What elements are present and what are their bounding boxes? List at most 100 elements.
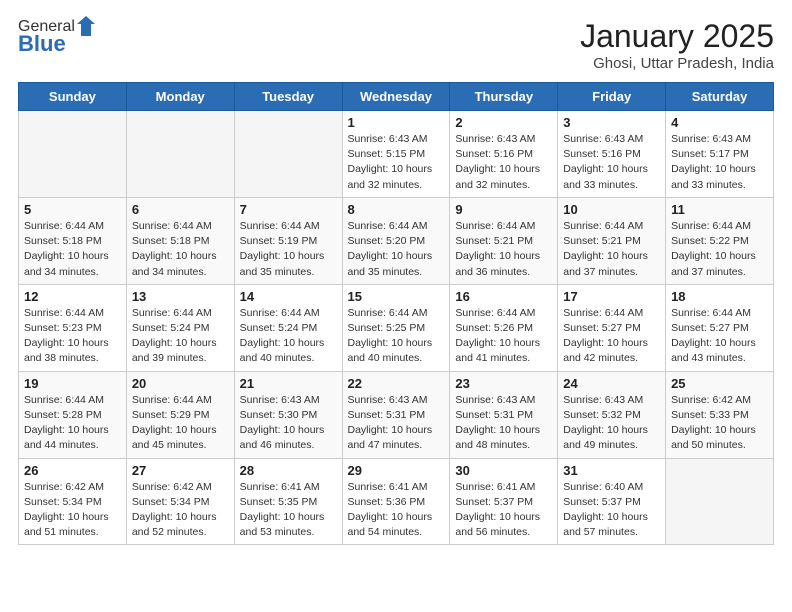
calendar-cell: 9Sunrise: 6:44 AM Sunset: 5:21 PM Daylig…	[450, 197, 558, 284]
calendar-cell: 7 Sunrise: 6:44 AM Sunset: 5:19 PM Daylig…	[234, 197, 342, 284]
calendar-cell: 12 Sunrise: 6:44 AM Sunset: 5:23 PM Dayli…	[19, 284, 127, 371]
calendar-cell: 6Sunrise: 6:44 AM Sunset: 5:18 PM Daylig…	[126, 197, 234, 284]
day-number: 21	[240, 376, 337, 391]
month-year-title: January 2025	[580, 18, 774, 55]
calendar-cell: 25Sunrise: 6:42 AM Sunset: 5:33 PM Dayli…	[666, 371, 774, 458]
calendar-cell: 26Sunrise: 6:42 AM Sunset: 5:34 PM Dayli…	[19, 458, 127, 545]
logo: General Blue	[18, 18, 95, 56]
day-info: Sunrise: 6:44 AM Sunset: 5:24 PM Dayligh…	[240, 306, 337, 367]
day-info: Sunrise: 6:44 AM Sunset: 5:27 PM Dayligh…	[563, 306, 660, 367]
day-number: 18	[671, 289, 768, 304]
day-number: 20	[132, 376, 229, 391]
day-number: 4	[671, 115, 768, 130]
weekday-header-friday: Friday	[558, 83, 666, 111]
day-info: Sunrise: 6:43 AM Sunset: 5:16 PM Dayligh…	[455, 132, 552, 193]
calendar-cell: 11 Sunrise: 6:44 AM Sunset: 5:22 PM Dayli…	[666, 197, 774, 284]
day-number: 14	[240, 289, 337, 304]
day-info: Sunrise: 6:43 AM Sunset: 5:32 PM Dayligh…	[563, 393, 660, 454]
calendar-week-row: 26 Sunrise: 6:42 AM Sunset: 5:34 PM Dayli…	[19, 458, 774, 545]
calendar-cell: 3 Sunrise: 6:43 AM Sunset: 5:16 PM Daylig…	[558, 111, 666, 198]
day-info: Sunrise: 6:42 AM Sunset: 5:34 PM Dayligh…	[132, 480, 229, 541]
calendar-cell: 1 Sunrise: 6:43 AM Sunset: 5:15 PM Daylig…	[342, 111, 450, 198]
day-info: Sunrise: 6:43 AM Sunset: 5:31 PM Dayligh…	[348, 393, 445, 454]
day-info: Sunrise: 6:43 AM Sunset: 5:16 PM Dayligh…	[563, 132, 660, 193]
calendar-cell: 19 Sunrise: 6:44 AM Sunset: 5:28 PM Dayli…	[19, 371, 127, 458]
calendar-cell: 5 Sunrise: 6:44 AM Sunset: 5:18 PM Daylig…	[19, 197, 127, 284]
calendar-cell: 23Sunrise: 6:43 AM Sunset: 5:31 PM Dayli…	[450, 371, 558, 458]
day-number: 19	[24, 376, 121, 391]
weekday-header-monday: Monday	[126, 83, 234, 111]
weekday-header-wednesday: Wednesday	[342, 83, 450, 111]
day-number: 31	[563, 463, 660, 478]
logo-icon	[77, 16, 95, 36]
weekday-header-tuesday: Tuesday	[234, 83, 342, 111]
day-info: Sunrise: 6:44 AM Sunset: 5:21 PM Dayligh…	[563, 219, 660, 280]
calendar-cell: 20 Sunrise: 6:44 AM Sunset: 5:29 PM Dayli…	[126, 371, 234, 458]
title-block: January 2025 Ghosi, Uttar Pradesh, India	[580, 18, 774, 72]
weekday-header-row: SundayMondayTuesdayWednesdayThursdayFrid…	[19, 83, 774, 111]
calendar-cell: 21Sunrise: 6:43 AM Sunset: 5:30 PM Dayli…	[234, 371, 342, 458]
day-number: 9	[455, 202, 552, 217]
day-info: Sunrise: 6:41 AM Sunset: 5:36 PM Dayligh…	[348, 480, 445, 541]
calendar-cell: 28 Sunrise: 6:41 AM Sunset: 5:35 PM Dayli…	[234, 458, 342, 545]
calendar-cell: 30Sunrise: 6:41 AM Sunset: 5:37 PM Dayli…	[450, 458, 558, 545]
calendar-cell	[666, 458, 774, 545]
calendar-cell: 2Sunrise: 6:43 AM Sunset: 5:16 PM Daylig…	[450, 111, 558, 198]
header: General Blue January 2025 Ghosi, Uttar P…	[18, 18, 774, 72]
calendar-week-row: 1 Sunrise: 6:43 AM Sunset: 5:15 PM Daylig…	[19, 111, 774, 198]
calendar-cell: 24Sunrise: 6:43 AM Sunset: 5:32 PM Dayli…	[558, 371, 666, 458]
day-number: 8	[348, 202, 445, 217]
day-number: 16	[455, 289, 552, 304]
day-info: Sunrise: 6:43 AM Sunset: 5:31 PM Dayligh…	[455, 393, 552, 454]
day-number: 1	[348, 115, 445, 130]
calendar-week-row: 19 Sunrise: 6:44 AM Sunset: 5:28 PM Dayli…	[19, 371, 774, 458]
day-info: Sunrise: 6:40 AM Sunset: 5:37 PM Dayligh…	[563, 480, 660, 541]
day-info: Sunrise: 6:44 AM Sunset: 5:27 PM Dayligh…	[671, 306, 768, 367]
calendar-cell: 22 Sunrise: 6:43 AM Sunset: 5:31 PM Dayli…	[342, 371, 450, 458]
day-number: 12	[24, 289, 121, 304]
calendar-cell: 17Sunrise: 6:44 AM Sunset: 5:27 PM Dayli…	[558, 284, 666, 371]
day-info: Sunrise: 6:44 AM Sunset: 5:29 PM Dayligh…	[132, 393, 229, 454]
calendar-cell: 27Sunrise: 6:42 AM Sunset: 5:34 PM Dayli…	[126, 458, 234, 545]
day-number: 3	[563, 115, 660, 130]
day-info: Sunrise: 6:44 AM Sunset: 5:25 PM Dayligh…	[348, 306, 445, 367]
day-number: 5	[24, 202, 121, 217]
day-number: 28	[240, 463, 337, 478]
day-number: 13	[132, 289, 229, 304]
day-info: Sunrise: 6:41 AM Sunset: 5:37 PM Dayligh…	[455, 480, 552, 541]
weekday-header-sunday: Sunday	[19, 83, 127, 111]
calendar-cell: 29 Sunrise: 6:41 AM Sunset: 5:36 PM Dayli…	[342, 458, 450, 545]
calendar-cell: 13 Sunrise: 6:44 AM Sunset: 5:24 PM Dayli…	[126, 284, 234, 371]
calendar-cell: 8 Sunrise: 6:44 AM Sunset: 5:20 PM Daylig…	[342, 197, 450, 284]
calendar-cell	[234, 111, 342, 198]
day-number: 26	[24, 463, 121, 478]
day-info: Sunrise: 6:44 AM Sunset: 5:24 PM Dayligh…	[132, 306, 229, 367]
day-info: Sunrise: 6:44 AM Sunset: 5:22 PM Dayligh…	[671, 219, 768, 280]
day-info: Sunrise: 6:41 AM Sunset: 5:35 PM Dayligh…	[240, 480, 337, 541]
day-info: Sunrise: 6:44 AM Sunset: 5:19 PM Dayligh…	[240, 219, 337, 280]
day-info: Sunrise: 6:42 AM Sunset: 5:33 PM Dayligh…	[671, 393, 768, 454]
calendar-week-row: 12 Sunrise: 6:44 AM Sunset: 5:23 PM Dayli…	[19, 284, 774, 371]
weekday-header-thursday: Thursday	[450, 83, 558, 111]
day-number: 22	[348, 376, 445, 391]
day-number: 29	[348, 463, 445, 478]
day-info: Sunrise: 6:44 AM Sunset: 5:20 PM Dayligh…	[348, 219, 445, 280]
calendar-cell: 4 Sunrise: 6:43 AM Sunset: 5:17 PM Daylig…	[666, 111, 774, 198]
calendar-cell	[126, 111, 234, 198]
calendar-cell: 14 Sunrise: 6:44 AM Sunset: 5:24 PM Dayli…	[234, 284, 342, 371]
day-info: Sunrise: 6:43 AM Sunset: 5:15 PM Dayligh…	[348, 132, 445, 193]
day-info: Sunrise: 6:44 AM Sunset: 5:18 PM Dayligh…	[132, 219, 229, 280]
calendar-table: SundayMondayTuesdayWednesdayThursdayFrid…	[18, 82, 774, 545]
day-number: 7	[240, 202, 337, 217]
calendar-cell	[19, 111, 127, 198]
calendar-cell: 18 Sunrise: 6:44 AM Sunset: 5:27 PM Dayli…	[666, 284, 774, 371]
calendar-cell: 15Sunrise: 6:44 AM Sunset: 5:25 PM Dayli…	[342, 284, 450, 371]
day-info: Sunrise: 6:44 AM Sunset: 5:18 PM Dayligh…	[24, 219, 121, 280]
day-number: 11	[671, 202, 768, 217]
calendar-cell: 31 Sunrise: 6:40 AM Sunset: 5:37 PM Dayli…	[558, 458, 666, 545]
page: General Blue January 2025 Ghosi, Uttar P…	[0, 0, 792, 563]
day-info: Sunrise: 6:43 AM Sunset: 5:17 PM Dayligh…	[671, 132, 768, 193]
day-info: Sunrise: 6:44 AM Sunset: 5:28 PM Dayligh…	[24, 393, 121, 454]
day-number: 10	[563, 202, 660, 217]
day-info: Sunrise: 6:44 AM Sunset: 5:23 PM Dayligh…	[24, 306, 121, 367]
